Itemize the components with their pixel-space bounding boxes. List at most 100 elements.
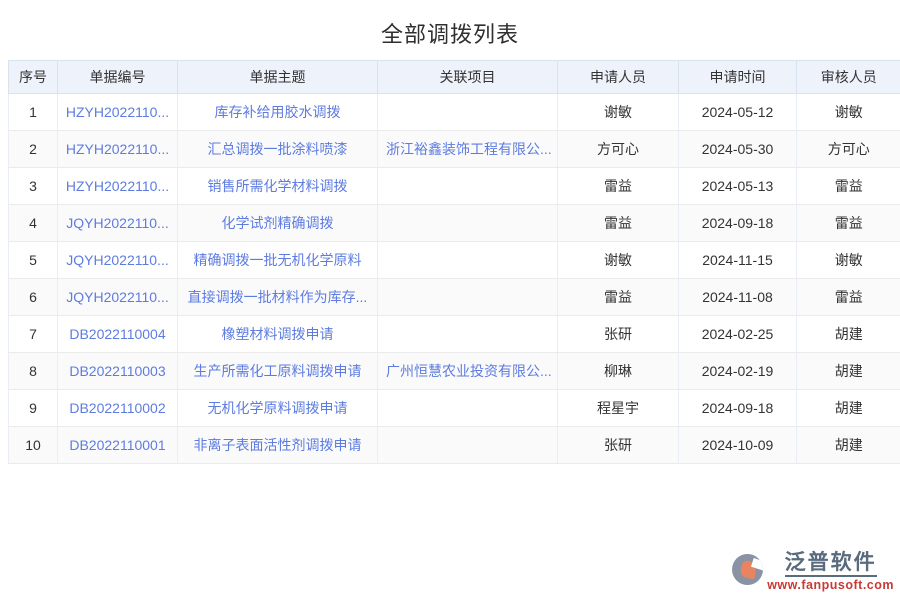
cell-seq: 10 [9,427,58,464]
subject-link[interactable]: 橡塑材料调拨申请 [222,326,334,342]
cell-doc_no: DB2022110003 [58,353,178,390]
column-header-subject: 单据主题 [178,61,378,94]
cell-doc_no: DB2022110004 [58,316,178,353]
cell-apply_date: 2024-05-12 [679,94,797,131]
cell-project: 广州恒慧农业投资有限公... [378,353,558,390]
cell-apply_date: 2024-10-09 [679,427,797,464]
column-header-doc_no: 单据编号 [58,61,178,94]
doc-no-link[interactable]: JQYH2022110... [66,289,168,305]
column-header-project: 关联项目 [378,61,558,94]
cell-reviewer: 胡建 [797,316,900,353]
cell-applicant: 雷益 [558,205,679,242]
cell-seq: 3 [9,168,58,205]
table-row: 6JQYH2022110...直接调拨一批材料作为库存...雷益2024-11-… [9,279,900,316]
cell-subject: 精确调拨一批无机化学原料 [178,242,378,279]
cell-subject: 非离子表面活性剂调拨申请 [178,427,378,464]
table-row: 3 HZYH2022110... 销售所需化学材料调拨 雷益2024-05-13雷益 [9,168,900,205]
cell-project [378,279,558,316]
subject-link[interactable]: 直接调拨一批材料作为库存... [188,289,368,305]
table-row: 8DB2022110003生产所需化工原料调拨申请广州恒慧农业投资有限公...柳… [9,353,900,390]
cell-subject: 化学试剂精确调拨 [178,205,378,242]
vendor-url: www.fanpusoft.com [767,578,894,592]
cell-subject: 无机化学原料调拨申请 [178,390,378,427]
doc-no-link[interactable]: DB2022110002 [69,400,165,416]
project-link[interactable]: 广州恒慧农业投资有限公... [386,363,552,379]
cell-applicant: 雷益 [558,279,679,316]
subject-link[interactable]: 化学试剂精确调拨 [222,215,334,231]
cell-doc_no: HZYH2022110... [58,131,178,168]
doc-no-link[interactable]: HZYH2022110... [66,141,169,157]
cell-applicant: 雷益 [558,168,679,205]
cell-doc_no: JQYH2022110... [58,242,178,279]
cell-doc_no: JQYH2022110... [58,279,178,316]
cell-apply_date: 2024-05-13 [679,168,797,205]
doc-no-link[interactable]: DB2022110004 [69,326,165,342]
subject-link[interactable]: 销售所需化学材料调拨 [208,178,348,194]
table-row: 7DB2022110004橡塑材料调拨申请张研2024-02-25胡建 [9,316,900,353]
cell-reviewer: 胡建 [797,427,900,464]
cell-applicant: 谢敏 [558,94,679,131]
vendor-logo: 泛普软件 www.fanpusoft.com [732,551,894,592]
cell-subject: 生产所需化工原料调拨申请 [178,353,378,390]
cell-project [378,390,558,427]
cell-reviewer: 雷益 [797,205,900,242]
subject-link[interactable]: 库存补给用胶水调拨 [215,104,341,120]
cell-reviewer: 方可心 [797,131,900,168]
subject-link[interactable]: 生产所需化工原料调拨申请 [194,363,362,379]
column-header-seq: 序号 [9,61,58,94]
table-row: 2 HZYH2022110... 汇总调拨一批涂料喷漆 浙江裕鑫装饰工程有限公... 方… [9,131,900,168]
cell-project: 浙江裕鑫装饰工程有限公... [378,131,558,168]
doc-no-link[interactable]: JQYH2022110... [66,252,168,268]
cell-doc_no: DB2022110002 [58,390,178,427]
cell-project [378,94,558,131]
transfer-list-table: 序号单据编号单据主题关联项目申请人员申请时间审核人员 1HZYH2022110.… [8,60,900,464]
cell-reviewer: 谢敏 [797,94,900,131]
cell-reviewer: 胡建 [797,390,900,427]
doc-no-link[interactable]: HZYH2022110... [66,178,169,194]
page-title: 全部调拨列表 [0,0,900,60]
cell-subject: 直接调拨一批材料作为库存... [178,279,378,316]
cell-reviewer: 谢敏 [797,242,900,279]
project-link[interactable]: 浙江裕鑫装饰工程有限公... [386,141,552,157]
cell-reviewer: 雷益 [797,168,900,205]
cell-seq: 1 [9,94,58,131]
cell-project [378,242,558,279]
cell-apply_date: 2024-11-15 [679,242,797,279]
table-row: 9DB2022110002无机化学原料调拨申请程星宇2024-09-18胡建 [9,390,900,427]
cell-doc_no: HZYH2022110... [58,168,178,205]
cell-project [378,316,558,353]
table-body: 1HZYH2022110...库存补给用胶水调拨谢敏2024-05-12谢敏2H… [9,94,900,464]
table-row: 10 DB2022110001 非离子表面活性剂调拨申请 张研2024-10-09胡建 [9,427,900,464]
cell-project [378,205,558,242]
subject-link[interactable]: 无机化学原料调拨申请 [208,400,348,416]
cell-seq: 5 [9,242,58,279]
subject-link[interactable]: 精确调拨一批无机化学原料 [194,252,362,268]
cell-apply_date: 2024-02-25 [679,316,797,353]
cell-subject: 橡塑材料调拨申请 [178,316,378,353]
cell-apply_date: 2024-09-18 [679,390,797,427]
cell-seq: 4 [9,205,58,242]
cell-project [378,427,558,464]
column-header-apply_date: 申请时间 [679,61,797,94]
cell-applicant: 张研 [558,427,679,464]
cell-apply_date: 2024-05-30 [679,131,797,168]
cell-project [378,168,558,205]
subject-link[interactable]: 非离子表面活性剂调拨申请 [194,437,362,453]
cell-seq: 7 [9,316,58,353]
column-header-reviewer: 审核人员 [797,61,900,94]
cell-applicant: 谢敏 [558,242,679,279]
table-row: 4 JQYH2022110... 化学试剂精确调拨 雷益2024-09-18雷益 [9,205,900,242]
doc-no-link[interactable]: DB2022110001 [69,437,165,453]
subject-link[interactable]: 汇总调拨一批涂料喷漆 [208,141,348,157]
doc-no-link[interactable]: DB2022110003 [69,363,165,379]
table-row: 1 HZYH2022110... 库存补给用胶水调拨 谢敏2024-05-12谢敏 [9,94,900,131]
vendor-name: 泛普软件 [785,551,877,577]
cell-subject: 库存补给用胶水调拨 [178,94,378,131]
cell-doc_no: DB2022110001 [58,427,178,464]
fanpu-logo-icon [732,554,763,585]
cell-apply_date: 2024-09-18 [679,205,797,242]
cell-seq: 8 [9,353,58,390]
doc-no-link[interactable]: HZYH2022110... [66,104,169,120]
cell-seq: 2 [9,131,58,168]
doc-no-link[interactable]: JQYH2022110... [66,215,168,231]
